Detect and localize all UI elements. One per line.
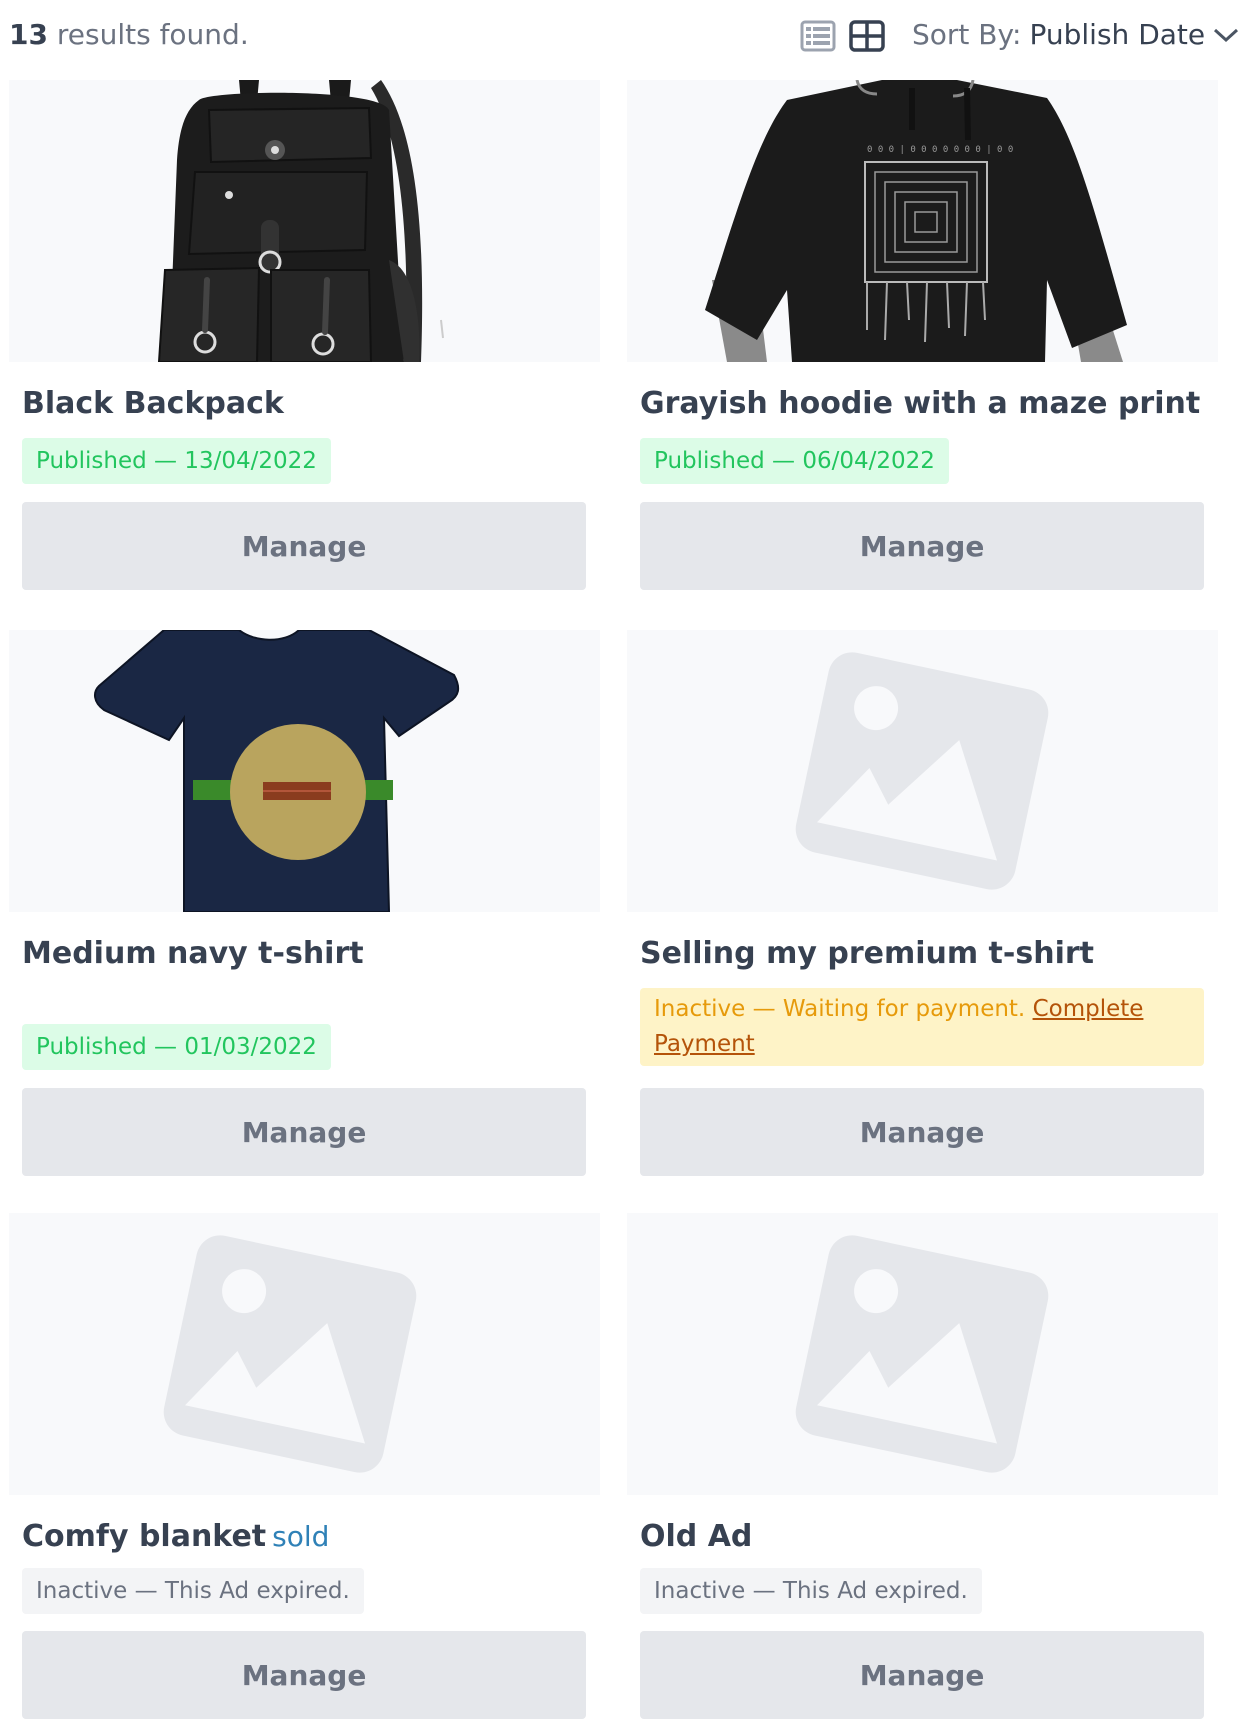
- ad-title[interactable]: Comfy blanket sold: [22, 1519, 329, 1554]
- sold-label: sold: [272, 1520, 330, 1553]
- ad-image[interactable]: [9, 1213, 600, 1495]
- manage-button[interactable]: Manage: [640, 1631, 1204, 1719]
- status-text: Inactive — Waiting for payment.: [654, 996, 1026, 1022]
- status-badge: Inactive — This Ad expired.: [22, 1568, 364, 1614]
- list-view-icon: [800, 20, 836, 52]
- manage-button[interactable]: Manage: [640, 502, 1204, 590]
- ad-card: Selling my premium t-shirt Inactive — Wa…: [627, 630, 1218, 1176]
- ad-title[interactable]: Black Backpack: [22, 386, 284, 421]
- ad-title[interactable]: Grayish hoodie with a maze print: [640, 386, 1200, 421]
- manage-button[interactable]: Manage: [640, 1088, 1204, 1176]
- status-badge: Published — 06/04/2022: [640, 438, 949, 484]
- results-count: 13: [9, 18, 48, 51]
- ad-image[interactable]: 0 0 0 | 0 0 0 0 0 0 0 | 0 0: [627, 80, 1218, 362]
- sort-label: Sort By:: [912, 18, 1022, 51]
- list-view-button[interactable]: [800, 19, 836, 53]
- ad-image[interactable]: [627, 630, 1218, 912]
- status-badge: Published — 13/04/2022: [22, 438, 331, 484]
- ad-card: Comfy blanket sold Inactive — This Ad exp…: [9, 1213, 600, 1725]
- grid-view-button[interactable]: [849, 19, 885, 53]
- ad-image[interactable]: [9, 80, 600, 362]
- ad-title-text: Comfy blanket: [22, 1519, 267, 1554]
- sort-value: Publish Date: [1029, 18, 1206, 51]
- ad-image[interactable]: [627, 1213, 1218, 1495]
- ad-title[interactable]: Medium navy t-shirt: [22, 936, 364, 971]
- backpack-image: [157, 80, 444, 362]
- status-badge: Published — 01/03/2022: [22, 1024, 331, 1070]
- placeholder-image-icon: [795, 1235, 1049, 1473]
- ad-title[interactable]: Selling my premium t-shirt: [640, 936, 1094, 971]
- ad-title[interactable]: Old Ad: [640, 1519, 752, 1554]
- results-toolbar: 13 results found. Sort By: Publish Date: [0, 0, 1238, 72]
- svg-text:0 0 0 | 0 0 0 0 0 0 0 | 0 0: 0 0 0 | 0 0 0 0 0 0 0 | 0 0: [867, 145, 1013, 155]
- my-ads-page: 13 results found. Sort By: Publish Date: [0, 0, 1238, 1735]
- results-count-text: 13 results found.: [9, 18, 249, 51]
- ad-card: Black Backpack Published — 13/04/2022 Ma…: [9, 80, 600, 590]
- status-badge: Inactive — This Ad expired.: [640, 1568, 982, 1614]
- status-badge: Inactive — Waiting for payment. Complete…: [640, 988, 1204, 1066]
- manage-button[interactable]: Manage: [22, 502, 586, 590]
- ad-card: 0 0 0 | 0 0 0 0 0 0 0 | 0 0 Grayish hood…: [627, 80, 1218, 590]
- manage-button[interactable]: Manage: [22, 1631, 586, 1719]
- sort-dropdown[interactable]: Sort By: Publish Date: [912, 18, 1238, 51]
- ad-image[interactable]: [9, 630, 600, 912]
- placeholder-image-icon: [795, 652, 1049, 890]
- grid-view-icon: [849, 20, 885, 52]
- results-suffix: results found.: [47, 18, 249, 51]
- ad-card: Old Ad Inactive — This Ad expired. Manag…: [627, 1213, 1218, 1725]
- chevron-down-icon: [1213, 26, 1238, 44]
- manage-button[interactable]: Manage: [22, 1088, 586, 1176]
- tshirt-image: [94, 630, 460, 912]
- placeholder-image-icon: [163, 1235, 417, 1473]
- ad-card: Medium navy t-shirt Published — 01/03/20…: [9, 630, 600, 1176]
- hoodie-image: 0 0 0 | 0 0 0 0 0 0 0 | 0 0: [705, 80, 1127, 362]
